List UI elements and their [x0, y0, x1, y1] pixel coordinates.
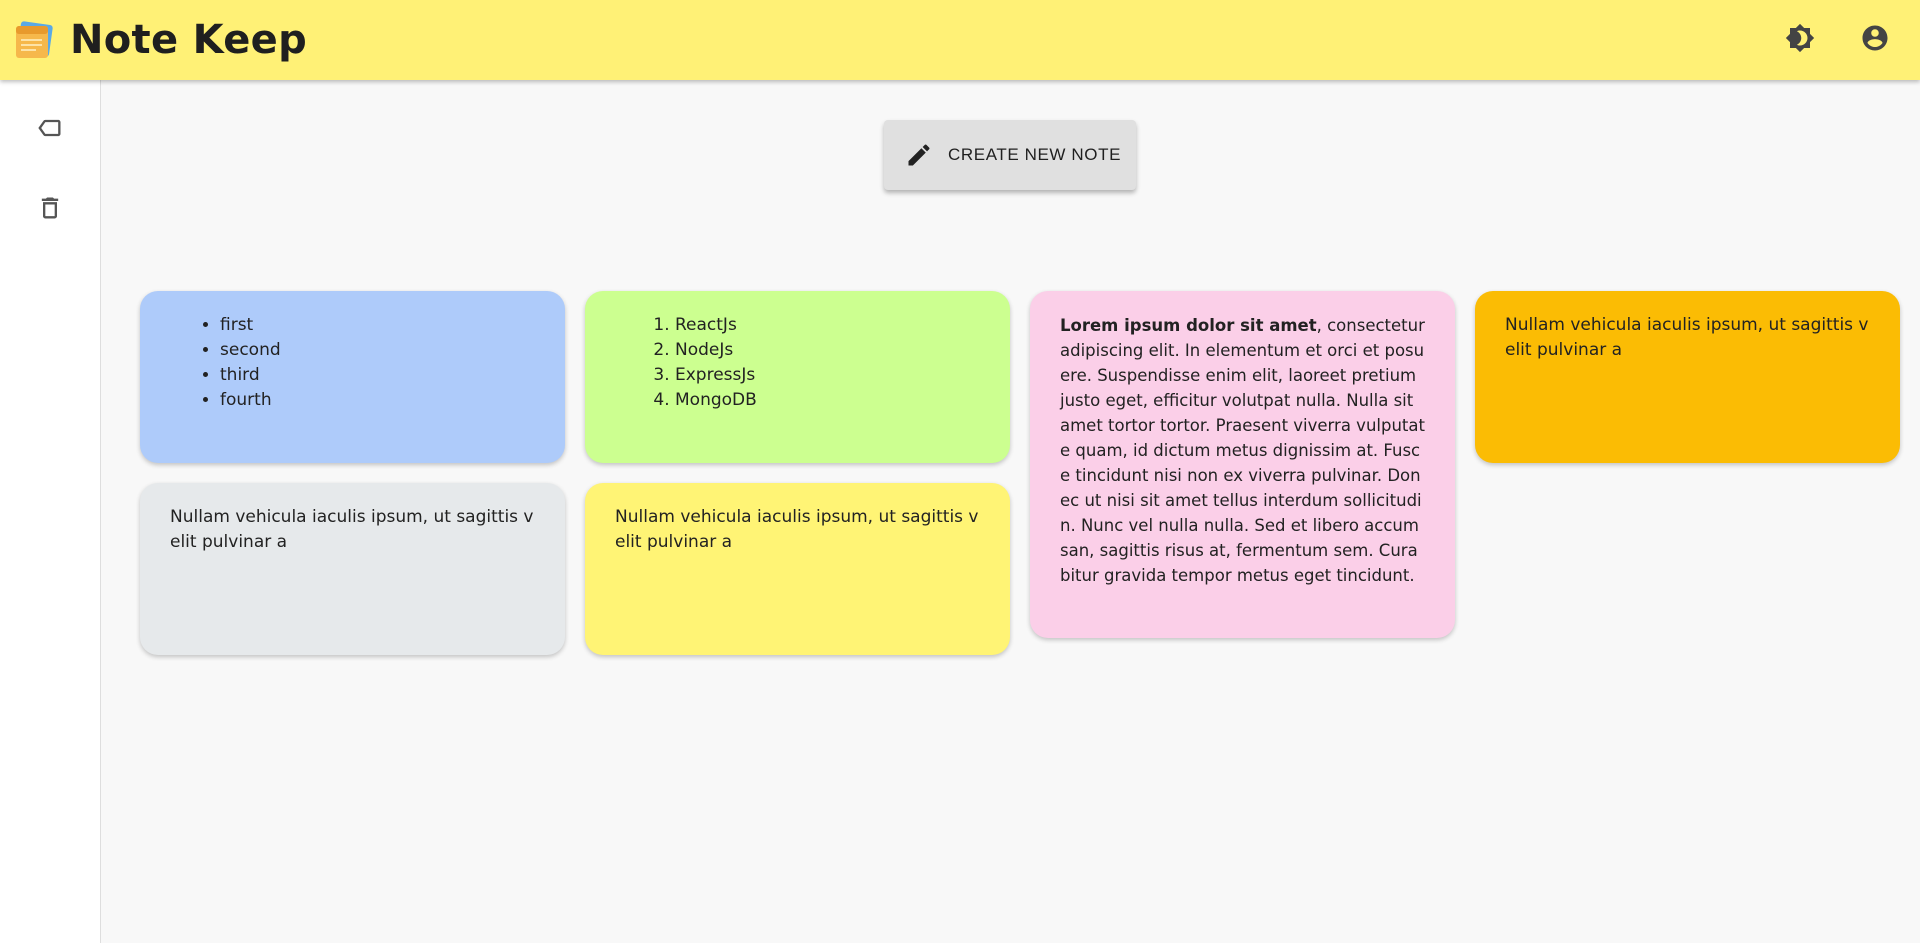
list-item: fourth [220, 388, 535, 413]
pencil-icon [904, 140, 934, 170]
account-circle-icon [1860, 23, 1890, 57]
list-item: MongoDB [675, 388, 980, 413]
note-card[interactable]: Lorem ipsum dolor sit amet, consectetur … [1030, 291, 1455, 638]
note-text: Nullam vehicula iaculis ipsum, ut sagitt… [170, 507, 534, 552]
list-item: ReactJs [675, 313, 980, 338]
create-new-note-label: CREATE NEW NOTE [948, 145, 1122, 164]
theme-toggle-button[interactable] [1782, 22, 1818, 58]
trash-icon [36, 194, 64, 226]
numbered-list: ReactJs NodeJs ExpressJs MongoDB [615, 313, 980, 413]
sidebar [0, 80, 101, 943]
note-card[interactable]: Nullam vehicula iaculis ipsum, ut sagitt… [585, 483, 1010, 655]
note-text: Lorem ipsum dolor sit amet, consectetur … [1060, 313, 1425, 588]
note-card[interactable]: Nullam vehicula iaculis ipsum, ut sagitt… [1475, 291, 1900, 463]
app-header: Note Keep [0, 0, 1920, 80]
app-title: Note Keep [70, 17, 308, 63]
sidebar-item-notes[interactable] [30, 110, 70, 150]
sidebar-item-trash[interactable] [30, 190, 70, 230]
list-item: first [220, 313, 535, 338]
list-item: second [220, 338, 535, 363]
note-body-text: , consectetur adipiscing elit. In elemen… [1060, 316, 1425, 585]
note-bold-text: Lorem ipsum dolor sit amet [1060, 316, 1317, 335]
list-item: ExpressJs [675, 363, 980, 388]
label-icon [36, 114, 64, 146]
sticky-note-logo-icon [14, 20, 54, 60]
create-new-note-button[interactable]: CREATE NEW NOTE [884, 120, 1136, 190]
note-card[interactable]: ReactJs NodeJs ExpressJs MongoDB [585, 291, 1010, 463]
list-item: NodeJs [675, 338, 980, 363]
list-item: third [220, 363, 535, 388]
bullet-list: first second third fourth [170, 313, 535, 413]
note-text: Nullam vehicula iaculis ipsum, ut sagitt… [615, 507, 979, 552]
account-button[interactable] [1857, 22, 1893, 58]
note-text: Nullam vehicula iaculis ipsum, ut sagitt… [1505, 315, 1869, 360]
brightness-icon [1785, 23, 1815, 57]
note-card[interactable]: first second third fourth [140, 291, 565, 463]
note-card[interactable]: Nullam vehicula iaculis ipsum, ut sagitt… [140, 483, 565, 655]
